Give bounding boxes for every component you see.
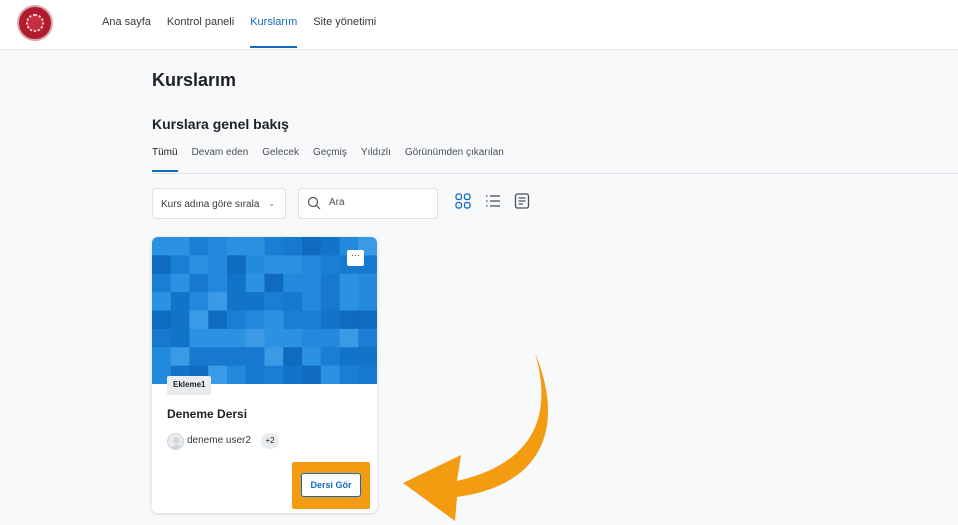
list-view-icon[interactable] [484, 192, 502, 210]
tab-starred[interactable]: Yıldızlı [361, 146, 391, 160]
teacher-avatar-icon [167, 433, 184, 450]
course-overview-title: Kurslara genel bakış [152, 116, 289, 132]
tab-in-progress[interactable]: Devam eden [192, 146, 249, 160]
course-image[interactable] [152, 237, 377, 384]
sort-dropdown-label: Kurs adına göre sırala [161, 199, 260, 210]
nav-dashboard[interactable]: Kontrol paneli [167, 14, 234, 30]
course-filter-tabs: Tümü Devam eden Gelecek Geçmiş Yıldızlı … [152, 146, 518, 172]
search-input[interactable] [329, 197, 429, 208]
page-title: Kurslarım [152, 70, 237, 90]
chevron-down-icon: ⌄ [268, 199, 275, 208]
view-course-button[interactable]: Dersi Gör [301, 473, 361, 497]
tab-future[interactable]: Gelecek [262, 146, 299, 160]
tab-all[interactable]: Tümü [152, 146, 178, 172]
teacher-name[interactable]: deneme user2 [187, 435, 251, 446]
course-card[interactable]: ··· Ekleme1 Deneme Dersi deneme user2 +2… [152, 237, 377, 513]
orange-arrow-icon [403, 353, 549, 521]
university-logo-icon[interactable] [17, 5, 53, 41]
top-navbar: Ana sayfa Kontrol paneli Kurslarım Site … [0, 0, 958, 50]
search-box [298, 188, 438, 219]
course-name-link[interactable]: Deneme Dersi [167, 407, 247, 421]
course-actions-menu-icon[interactable]: ··· [347, 250, 364, 266]
grid-view-icon[interactable] [454, 192, 472, 210]
nav-home[interactable]: Ana sayfa [102, 14, 151, 30]
nav-site-admin[interactable]: Site yönetimi [313, 14, 376, 30]
more-participants-badge[interactable]: +2 [261, 433, 279, 449]
view-course-highlight: Dersi Gör [292, 462, 370, 509]
summary-view-icon[interactable] [513, 192, 531, 210]
primary-navigation: Ana sayfa Kontrol paneli Kurslarım Site … [102, 14, 392, 48]
sort-dropdown[interactable]: Kurs adına göre sırala ⌄ [152, 188, 286, 219]
tab-hidden[interactable]: Görünümden çıkarılan [405, 146, 504, 160]
course-category-badge: Ekleme1 [167, 376, 212, 395]
tabs-divider [152, 173, 958, 174]
tab-past[interactable]: Geçmiş [313, 146, 347, 160]
nav-my-courses[interactable]: Kurslarım [250, 14, 298, 48]
search-icon [307, 196, 321, 210]
